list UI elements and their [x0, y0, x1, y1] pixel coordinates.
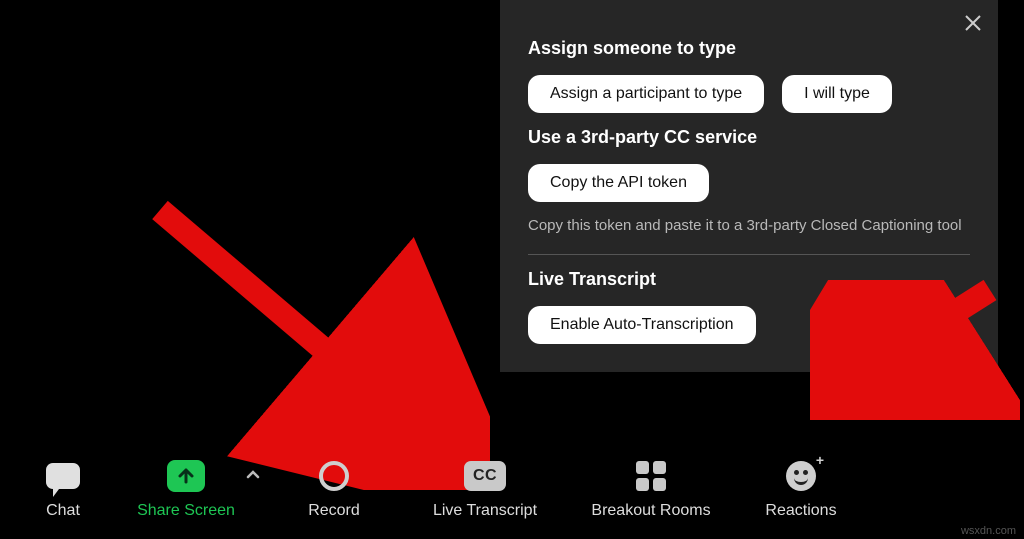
reactions-icon — [786, 461, 816, 491]
breakout-rooms-button[interactable]: Breakout Rooms — [566, 456, 736, 520]
breakout-rooms-label: Breakout Rooms — [591, 502, 710, 520]
breakout-rooms-icon — [636, 461, 666, 491]
chat-button[interactable]: Chat — [18, 456, 108, 520]
record-label: Record — [308, 502, 360, 520]
thirdparty-section-title: Use a 3rd-party CC service — [528, 127, 970, 148]
live-transcript-button[interactable]: CC Live Transcript — [404, 456, 566, 520]
reactions-label: Reactions — [765, 502, 836, 520]
record-button[interactable]: Record — [264, 456, 404, 520]
plus-icon: + — [816, 452, 824, 468]
chat-icon — [46, 463, 80, 489]
cc-options-popup: Assign someone to type Assign a particip… — [500, 0, 998, 372]
assign-section-title: Assign someone to type — [528, 38, 970, 59]
copy-helper-text: Copy this token and paste it to a 3rd-pa… — [528, 216, 970, 236]
enable-auto-transcription-button[interactable]: Enable Auto-Transcription — [528, 306, 756, 344]
reactions-button[interactable]: + Reactions — [736, 456, 866, 520]
i-will-type-button[interactable]: I will type — [782, 75, 892, 113]
share-screen-button[interactable]: Share Screen — [108, 456, 264, 520]
divider — [528, 254, 970, 255]
cc-icon: CC — [464, 461, 506, 491]
live-transcript-section-title: Live Transcript — [528, 269, 970, 290]
share-screen-icon — [167, 460, 205, 492]
meeting-toolbar: Chat Share Screen Record CC Live Transcr… — [0, 444, 1024, 539]
record-icon — [319, 461, 349, 491]
watermark: wsxdn.com — [961, 525, 1016, 537]
assign-participant-button[interactable]: Assign a participant to type — [528, 75, 764, 113]
copy-api-token-button[interactable]: Copy the API token — [528, 164, 709, 202]
chat-label: Chat — [46, 502, 80, 520]
share-screen-label: Share Screen — [137, 502, 235, 520]
live-transcript-label: Live Transcript — [433, 502, 537, 520]
share-screen-caret-icon[interactable] — [246, 466, 260, 487]
close-icon[interactable] — [962, 12, 984, 34]
